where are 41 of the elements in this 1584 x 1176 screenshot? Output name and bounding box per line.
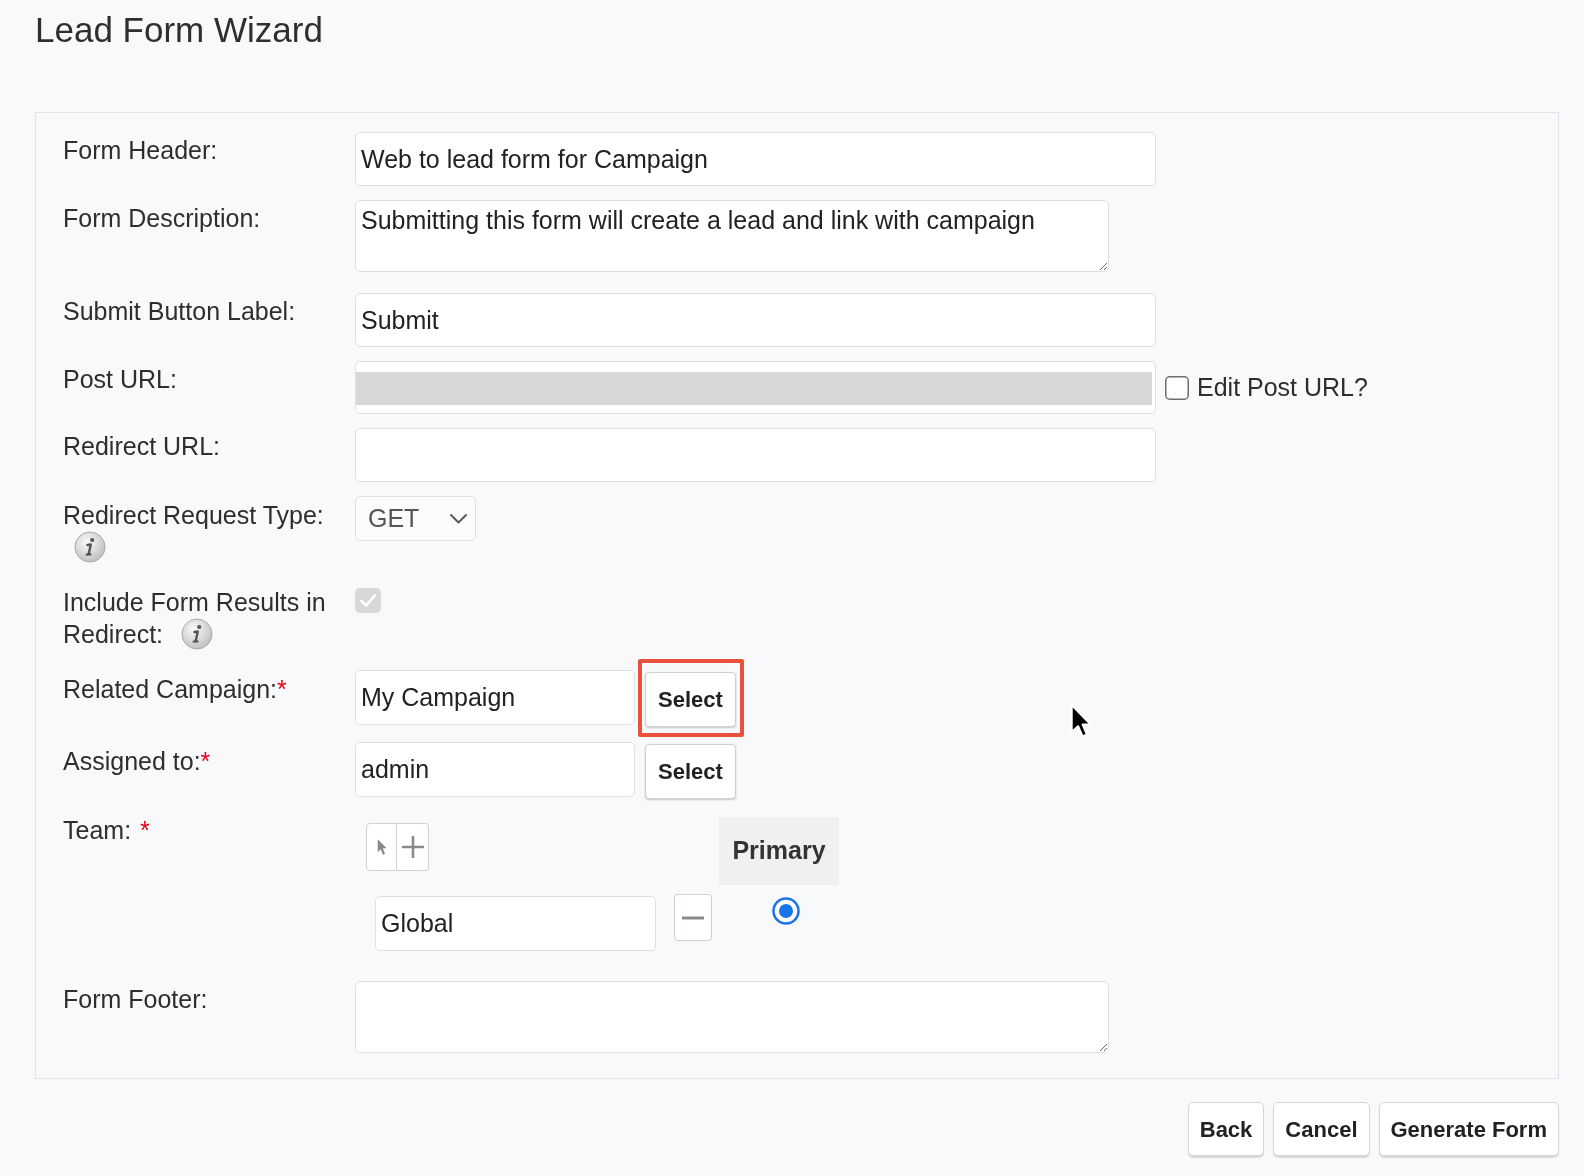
required-mark: *	[140, 816, 150, 844]
add-team-button[interactable]	[397, 823, 429, 871]
select-button[interactable]: Select	[645, 744, 736, 799]
text-input[interactable]: Submit	[355, 293, 1156, 347]
select-team-button[interactable]	[366, 823, 397, 871]
field-label: Assigned to:	[63, 747, 201, 775]
field-label: Team:	[63, 816, 132, 844]
page-title: Lead Form Wizard	[35, 9, 323, 51]
text-input[interactable]: Web to lead form for Campaign	[355, 132, 1156, 186]
checkbox-label: Edit Post URL?	[1197, 371, 1368, 403]
field-label: Submit Button Label:	[63, 297, 296, 325]
field-label: Post URL:	[63, 365, 177, 393]
text-input[interactable]: My Campaign	[355, 670, 635, 725]
field-label: Related Campaign:	[63, 675, 277, 703]
field-label: Form Header:	[63, 136, 218, 164]
field-label: Redirect URL:	[63, 432, 220, 460]
cancel-button[interactable]: Cancel	[1273, 1102, 1370, 1156]
generate-form-button[interactable]: Generate Form	[1378, 1102, 1559, 1156]
plus-icon	[401, 836, 424, 858]
text-input[interactable]: admin	[355, 742, 635, 797]
minus-icon	[682, 915, 704, 920]
required-mark: *	[200, 747, 211, 775]
field-label: Form Footer:	[63, 985, 208, 1013]
remove-team-button[interactable]	[674, 894, 712, 941]
radio-button[interactable]	[772, 897, 800, 925]
dropdown[interactable]: GET	[355, 496, 476, 541]
chevron-down-icon	[450, 513, 467, 524]
required-mark: *	[277, 675, 287, 703]
text-input[interactable]: Global	[375, 896, 656, 951]
field-label: Redirect:	[63, 620, 164, 648]
info-icon[interactable]	[74, 531, 106, 563]
text-area[interactable]: Submitting this form will create a lead and link with campaign	[355, 200, 1109, 272]
field-label: Include Form Results in	[63, 587, 326, 618]
pointer-icon	[375, 838, 388, 856]
select-button[interactable]: Select	[645, 672, 736, 727]
mouse-pointer-icon	[1070, 703, 1092, 739]
text-input[interactable]	[355, 428, 1156, 482]
back-button[interactable]: Back	[1187, 1102, 1265, 1156]
column-header: Primary	[719, 817, 839, 885]
field-label: Redirect Request Type:	[63, 501, 324, 529]
field-label: Form Description:	[63, 204, 261, 232]
